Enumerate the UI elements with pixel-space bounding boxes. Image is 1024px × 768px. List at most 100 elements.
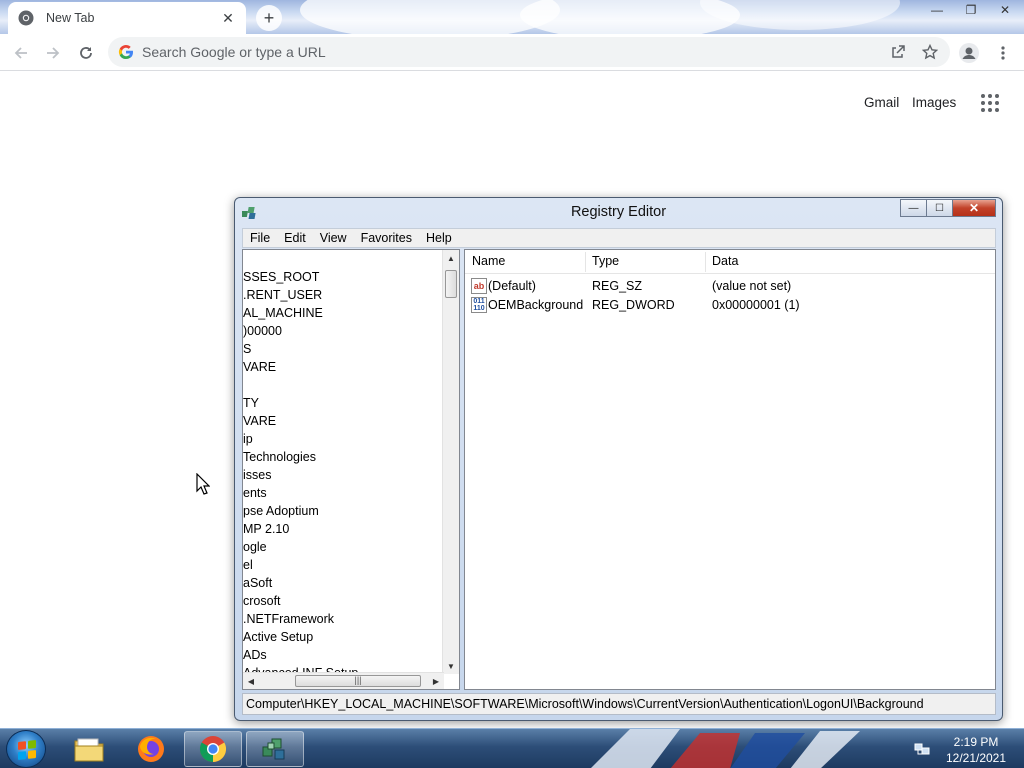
column-header-type[interactable]: Type — [592, 254, 619, 271]
registry-editor-titlebar[interactable]: Registry Editor — ☐ ✕ — [235, 198, 1002, 228]
more-vert-icon — [1001, 46, 1005, 60]
maximize-button[interactable]: ☐ — [926, 199, 952, 217]
value-type: REG_SZ — [592, 279, 643, 293]
avatar-icon — [959, 43, 979, 63]
regedit-icon — [262, 738, 285, 760]
arrow-right-icon — [47, 47, 60, 59]
regedit-window-controls: — ☐ ✕ — [900, 199, 996, 217]
google-g-icon — [118, 45, 133, 60]
menu-file[interactable]: File — [243, 231, 277, 245]
tree-item[interactable]: )00000 — [243, 324, 282, 342]
tree-item[interactable]: VARE — [243, 360, 276, 378]
value-row[interactable]: ab (Default) REG_SZ (value not set) — [465, 277, 995, 296]
omnibox[interactable] — [108, 37, 950, 67]
close-button[interactable]: ✕ — [988, 0, 1022, 20]
tree-item[interactable]: S — [243, 342, 251, 360]
tree-vertical-scrollbar[interactable]: ▲ ▼ — [442, 250, 459, 674]
tree-item[interactable]: ip — [243, 432, 253, 450]
share-icon[interactable] — [890, 44, 906, 60]
profile-button[interactable] — [956, 40, 982, 66]
registry-editor-window: Registry Editor — ☐ ✕ File Edit View Fav… — [234, 197, 1003, 721]
apps-grid-icon[interactable] — [981, 94, 999, 112]
minimize-button[interactable]: — — [920, 0, 954, 20]
menu-bar: File Edit View Favorites Help — [242, 228, 996, 248]
tree-item[interactable]: .NETFramework — [243, 612, 334, 630]
taskbar-firefox[interactable] — [122, 731, 180, 767]
tree-item[interactable]: aSoft — [243, 576, 272, 594]
tree-item[interactable]: pse Adoptium — [243, 504, 319, 522]
close-button[interactable]: ✕ — [952, 199, 996, 217]
scroll-down-icon[interactable]: ▼ — [443, 658, 459, 674]
menu-help[interactable]: Help — [419, 231, 459, 245]
string-value-icon: ab — [471, 278, 487, 294]
wallpaper-art — [591, 729, 860, 768]
tab-new-tab[interactable]: New Tab ✕ — [8, 2, 246, 34]
column-header-data[interactable]: Data — [712, 254, 738, 271]
taskbar-chrome[interactable] — [184, 731, 242, 767]
value-name: OEMBackground — [488, 298, 584, 312]
tree-horizontal-scrollbar[interactable]: ◀ ||| ▶ — [243, 672, 444, 689]
tree-item[interactable]: TY — [243, 396, 259, 414]
tree-item[interactable]: ogle — [243, 540, 267, 558]
chrome-favicon-icon — [18, 10, 34, 26]
reload-icon — [80, 47, 92, 59]
network-icon[interactable] — [914, 741, 930, 757]
list-header: Name Type Data — [465, 250, 995, 274]
menu-edit[interactable]: Edit — [277, 231, 313, 245]
tree-item[interactable]: MP 2.10 — [243, 522, 289, 540]
browser-toolbar — [0, 34, 1024, 71]
browser-titlebar: New Tab ✕ + — ❐ ✕ — [0, 0, 1024, 34]
forward-button[interactable] — [40, 40, 66, 66]
column-header-name[interactable]: Name — [472, 254, 505, 271]
back-button[interactable] — [8, 40, 34, 66]
scroll-thumb[interactable]: ||| — [295, 675, 421, 687]
scroll-up-icon[interactable]: ▲ — [443, 250, 459, 266]
tab-title: New Tab — [46, 11, 95, 25]
value-row[interactable]: 011 110 OEMBackground REG_DWORD 0x000000… — [465, 296, 995, 315]
window-title: Registry Editor — [570, 204, 667, 220]
tree-item[interactable]: ADs — [243, 648, 267, 666]
status-bar-path: Computer\HKEY_LOCAL_MACHINE\SOFTWARE\Mic… — [242, 693, 996, 715]
new-tab-button[interactable]: + — [256, 5, 282, 31]
tree-item[interactable]: Technologies — [243, 450, 316, 468]
menu-view[interactable]: View — [313, 231, 354, 245]
value-name: (Default) — [488, 279, 536, 293]
key-tree-pane[interactable]: SSES_ROOT .RENT_USER AL_MACHINE )00000 S… — [242, 249, 460, 690]
restore-button[interactable]: ❐ — [954, 0, 988, 20]
taskbar-regedit[interactable] — [246, 731, 304, 767]
scroll-right-icon[interactable]: ▶ — [428, 673, 444, 689]
folder-icon — [74, 738, 104, 762]
address-input[interactable] — [142, 42, 842, 62]
tree-item[interactable]: ents — [243, 486, 267, 504]
system-clock[interactable]: 2:19 PM 12/21/2021 — [936, 734, 1016, 766]
minimize-button[interactable]: — — [900, 199, 926, 217]
mouse-cursor-icon — [196, 473, 210, 495]
menu-favorites[interactable]: Favorites — [354, 231, 419, 245]
start-button[interactable] — [6, 730, 46, 768]
reload-button[interactable] — [73, 40, 99, 66]
tree-item[interactable]: el — [243, 558, 253, 576]
tree-item[interactable]: VARE — [243, 414, 276, 432]
scroll-left-icon[interactable]: ◀ — [243, 673, 259, 689]
tree-item[interactable]: isses — [243, 468, 271, 486]
arrow-left-icon — [14, 47, 27, 59]
clock-time: 2:19 PM — [953, 735, 999, 749]
tree-item[interactable]: crosoft — [243, 594, 281, 612]
tab-close-icon[interactable]: ✕ — [220, 10, 236, 26]
chrome-icon — [199, 736, 227, 763]
tree-item[interactable]: .RENT_USER — [243, 288, 322, 306]
clock-date: 12/21/2021 — [945, 751, 1007, 765]
tree-item[interactable]: Active Setup — [243, 630, 313, 648]
taskbar: 2:19 PM 12/21/2021 — [0, 728, 1024, 768]
menu-button[interactable] — [990, 40, 1016, 66]
values-list-pane[interactable]: Name Type Data ab (Default) REG_SZ (valu… — [464, 249, 996, 690]
gmail-link[interactable]: Gmail — [864, 95, 899, 110]
value-type: REG_DWORD — [592, 298, 675, 312]
tree-item[interactable]: SSES_ROOT — [243, 270, 319, 288]
tree-item[interactable]: AL_MACHINE — [243, 306, 323, 324]
value-data: (value not set) — [712, 279, 792, 293]
scroll-thumb[interactable] — [445, 270, 457, 298]
bookmark-star-icon[interactable] — [922, 44, 938, 60]
taskbar-explorer[interactable] — [60, 731, 118, 767]
images-link[interactable]: Images — [912, 95, 956, 110]
